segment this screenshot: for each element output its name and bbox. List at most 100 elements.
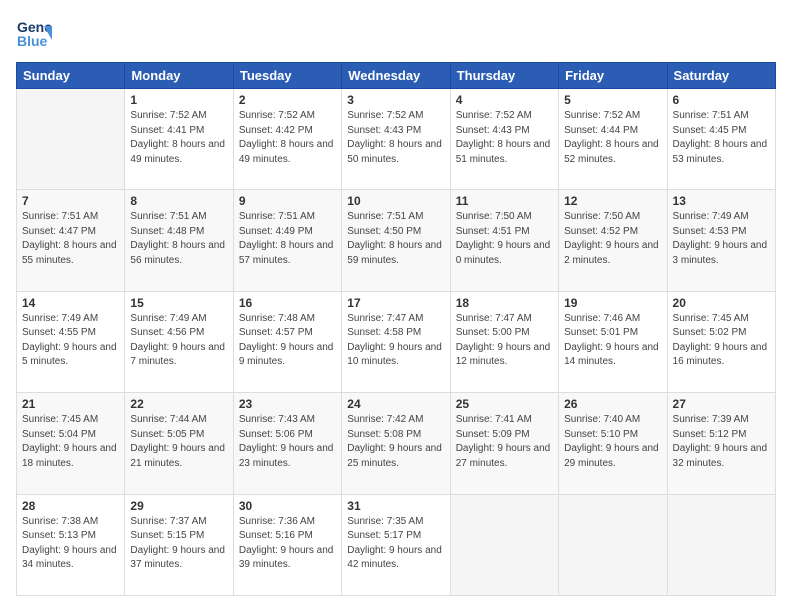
day-info: Sunrise: 7:36 AMSunset: 5:16 PMDaylight:… [239, 515, 336, 573]
day-number: 5 [564, 93, 661, 107]
calendar-week-row: 21 Sunrise: 7:45 AMSunset: 5:04 PMDayligh… [17, 393, 776, 494]
day-info: Sunrise: 7:51 AMSunset: 4:45 PMDaylight:… [673, 109, 770, 167]
day-info: Sunrise: 7:52 AMSunset: 4:41 PMDaylight:… [130, 109, 227, 167]
day-info: Sunrise: 7:50 AMSunset: 4:52 PMDaylight:… [564, 210, 661, 268]
day-info: Sunrise: 7:52 AMSunset: 4:44 PMDaylight:… [564, 109, 661, 167]
calendar-weekday-header: Tuesday [233, 63, 341, 89]
calendar-day-cell: 5 Sunrise: 7:52 AMSunset: 4:44 PMDaylight… [559, 89, 667, 190]
calendar-day-cell: 20 Sunrise: 7:45 AMSunset: 5:02 PMDayligh… [667, 291, 775, 392]
day-info: Sunrise: 7:35 AMSunset: 5:17 PMDaylight:… [347, 515, 444, 573]
calendar-day-cell: 30 Sunrise: 7:36 AMSunset: 5:16 PMDayligh… [233, 494, 341, 595]
calendar-weekday-header: Monday [125, 63, 233, 89]
day-number: 7 [22, 194, 119, 208]
calendar-day-cell: 18Sunrise: 7:47 AMSunset: 5:00 PMDayligh… [450, 291, 558, 392]
calendar-weekday-header: Sunday [17, 63, 125, 89]
calendar-day-cell: 9 Sunrise: 7:51 AMSunset: 4:49 PMDaylight… [233, 190, 341, 291]
day-number: 26 [564, 397, 661, 411]
day-number: 13 [673, 194, 770, 208]
calendar-day-cell: 13 Sunrise: 7:49 AMSunset: 4:53 PMDayligh… [667, 190, 775, 291]
calendar-week-row: 28 Sunrise: 7:38 AMSunset: 5:13 PMDayligh… [17, 494, 776, 595]
calendar-day-cell: 19 Sunrise: 7:46 AMSunset: 5:01 PMDayligh… [559, 291, 667, 392]
calendar-table: SundayMondayTuesdayWednesdayThursdayFrid… [16, 62, 776, 596]
logo-icon: General Blue [16, 16, 52, 52]
calendar-day-cell: 24 Sunrise: 7:42 AMSunset: 5:08 PMDayligh… [342, 393, 450, 494]
day-number: 30 [239, 499, 336, 513]
day-info: Sunrise: 7:42 AMSunset: 5:08 PMDaylight:… [347, 413, 444, 471]
day-number: 20 [673, 296, 770, 310]
calendar-day-cell: 21 Sunrise: 7:45 AMSunset: 5:04 PMDayligh… [17, 393, 125, 494]
day-number: 22 [130, 397, 227, 411]
day-number: 12 [564, 194, 661, 208]
day-info: Sunrise: 7:37 AMSunset: 5:15 PMDaylight:… [130, 515, 227, 573]
calendar-day-cell [667, 494, 775, 595]
day-info: Sunrise: 7:44 AMSunset: 5:05 PMDaylight:… [130, 413, 227, 471]
header: General Blue [16, 16, 776, 52]
day-number: 3 [347, 93, 444, 107]
day-number: 10 [347, 194, 444, 208]
calendar-weekday-header: Thursday [450, 63, 558, 89]
day-number: 4 [456, 93, 553, 107]
day-info: Sunrise: 7:51 AMSunset: 4:47 PMDaylight:… [22, 210, 119, 268]
calendar-day-cell: 10 Sunrise: 7:51 AMSunset: 4:50 PMDayligh… [342, 190, 450, 291]
day-number: 24 [347, 397, 444, 411]
day-info: Sunrise: 7:39 AMSunset: 5:12 PMDaylight:… [673, 413, 770, 471]
day-number: 31 [347, 499, 444, 513]
day-info: Sunrise: 7:46 AMSunset: 5:01 PMDaylight:… [564, 312, 661, 370]
day-info: Sunrise: 7:41 AMSunset: 5:09 PMDaylight:… [456, 413, 553, 471]
day-number: 29 [130, 499, 227, 513]
day-number: 9 [239, 194, 336, 208]
calendar-day-cell: 2Sunrise: 7:52 AMSunset: 4:42 PMDaylight… [233, 89, 341, 190]
day-info: Sunrise: 7:48 AMSunset: 4:57 PMDaylight:… [239, 312, 336, 370]
calendar-day-cell [559, 494, 667, 595]
day-number: 2 [239, 93, 336, 107]
day-number: 8 [130, 194, 227, 208]
day-number: 19 [564, 296, 661, 310]
day-number: 16 [239, 296, 336, 310]
day-number: 21 [22, 397, 119, 411]
day-info: Sunrise: 7:52 AMSunset: 4:43 PMDaylight:… [347, 109, 444, 167]
day-number: 14 [22, 296, 119, 310]
day-info: Sunrise: 7:38 AMSunset: 5:13 PMDaylight:… [22, 515, 119, 573]
calendar-day-cell: 17 Sunrise: 7:47 AMSunset: 4:58 PMDayligh… [342, 291, 450, 392]
day-info: Sunrise: 7:51 AMSunset: 4:48 PMDaylight:… [130, 210, 227, 268]
day-number: 6 [673, 93, 770, 107]
logo: General Blue [16, 16, 54, 52]
day-number: 1 [130, 93, 227, 107]
calendar-week-row: 7 Sunrise: 7:51 AMSunset: 4:47 PMDaylight… [17, 190, 776, 291]
calendar-day-cell: 29 Sunrise: 7:37 AMSunset: 5:15 PMDayligh… [125, 494, 233, 595]
day-number: 28 [22, 499, 119, 513]
calendar-day-cell: 8 Sunrise: 7:51 AMSunset: 4:48 PMDaylight… [125, 190, 233, 291]
calendar-day-cell: 31 Sunrise: 7:35 AMSunset: 5:17 PMDayligh… [342, 494, 450, 595]
calendar-day-cell: 11Sunrise: 7:50 AMSunset: 4:51 PMDayligh… [450, 190, 558, 291]
calendar-week-row: 14Sunrise: 7:49 AMSunset: 4:55 PMDayligh… [17, 291, 776, 392]
day-number: 11 [456, 194, 553, 208]
calendar-day-cell: 3 Sunrise: 7:52 AMSunset: 4:43 PMDaylight… [342, 89, 450, 190]
calendar-day-cell: 25Sunrise: 7:41 AMSunset: 5:09 PMDayligh… [450, 393, 558, 494]
calendar-day-cell [450, 494, 558, 595]
calendar-day-cell: 4 Sunrise: 7:52 AMSunset: 4:43 PMDaylight… [450, 89, 558, 190]
day-number: 23 [239, 397, 336, 411]
day-number: 18 [456, 296, 553, 310]
calendar-week-row: 1 Sunrise: 7:52 AMSunset: 4:41 PMDaylight… [17, 89, 776, 190]
calendar-weekday-header: Saturday [667, 63, 775, 89]
calendar-day-cell: 27 Sunrise: 7:39 AMSunset: 5:12 PMDayligh… [667, 393, 775, 494]
day-info: Sunrise: 7:49 AMSunset: 4:53 PMDaylight:… [673, 210, 770, 268]
day-number: 27 [673, 397, 770, 411]
calendar-day-cell: 14Sunrise: 7:49 AMSunset: 4:55 PMDayligh… [17, 291, 125, 392]
calendar-day-cell: 22 Sunrise: 7:44 AMSunset: 5:05 PMDayligh… [125, 393, 233, 494]
page: General Blue SundayMondayTuesdayWednesda… [0, 0, 792, 612]
calendar-day-cell: 1 Sunrise: 7:52 AMSunset: 4:41 PMDaylight… [125, 89, 233, 190]
calendar-day-cell: 7 Sunrise: 7:51 AMSunset: 4:47 PMDaylight… [17, 190, 125, 291]
day-info: Sunrise: 7:51 AMSunset: 4:49 PMDaylight:… [239, 210, 336, 268]
calendar-day-cell: 26 Sunrise: 7:40 AMSunset: 5:10 PMDayligh… [559, 393, 667, 494]
day-info: Sunrise: 7:47 AMSunset: 4:58 PMDaylight:… [347, 312, 444, 370]
day-info: Sunrise: 7:51 AMSunset: 4:50 PMDaylight:… [347, 210, 444, 268]
day-info: Sunrise: 7:52 AMSunset: 4:43 PMDaylight:… [456, 109, 553, 167]
svg-text:Blue: Blue [17, 33, 48, 49]
calendar-day-cell: 28 Sunrise: 7:38 AMSunset: 5:13 PMDayligh… [17, 494, 125, 595]
day-info: Sunrise: 7:45 AMSunset: 5:02 PMDaylight:… [673, 312, 770, 370]
calendar-day-cell: 23Sunrise: 7:43 AMSunset: 5:06 PMDayligh… [233, 393, 341, 494]
day-number: 17 [347, 296, 444, 310]
day-info: Sunrise: 7:40 AMSunset: 5:10 PMDaylight:… [564, 413, 661, 471]
day-info: Sunrise: 7:45 AMSunset: 5:04 PMDaylight:… [22, 413, 119, 471]
